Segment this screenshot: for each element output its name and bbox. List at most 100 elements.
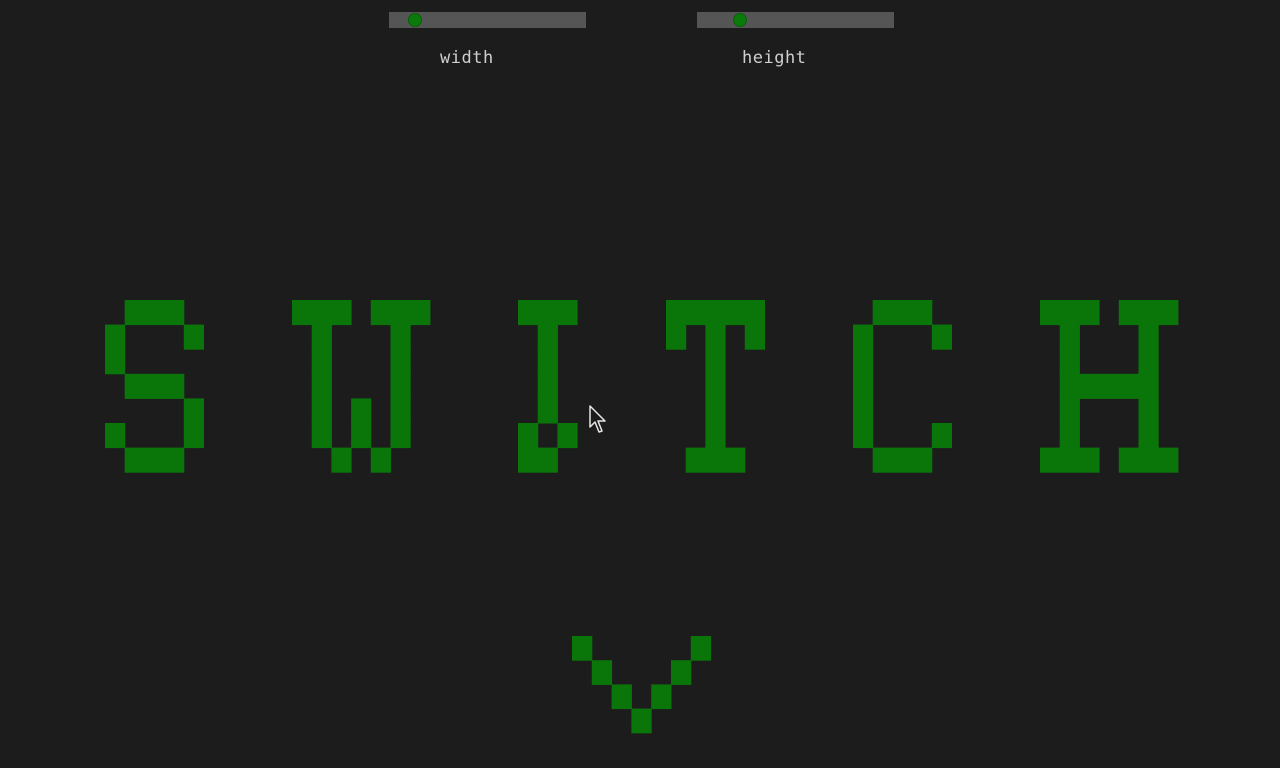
pixel-cell	[1138, 423, 1159, 449]
arrow-pixel	[690, 636, 712, 661]
pixel-cell	[1138, 324, 1159, 350]
pixel-cell	[931, 423, 952, 449]
arrow-pixel	[651, 684, 672, 710]
pixel-cell	[892, 300, 913, 326]
pixel-letter-s	[105, 300, 204, 473]
pixel-cell	[1079, 373, 1100, 399]
pixel-cell	[144, 373, 165, 399]
pixel-cell	[390, 398, 411, 424]
pixel-cell	[725, 447, 746, 473]
pixel-cell	[705, 423, 726, 449]
pixel-cell	[853, 423, 874, 449]
pixel-word-switch	[105, 300, 1179, 473]
pixel-cell	[666, 300, 687, 326]
pixel-cell	[390, 423, 411, 449]
pixel-cell	[331, 447, 352, 473]
pixel-cell	[1099, 373, 1120, 399]
arrow-pixel	[671, 660, 692, 685]
pixel-cell	[557, 300, 578, 326]
arrow-pixel	[591, 660, 613, 685]
pixel-cell	[1059, 423, 1080, 449]
pixel-cell	[1059, 324, 1080, 350]
arrow-pixel	[611, 684, 632, 710]
pixel-cell	[390, 373, 411, 399]
pixel-cell	[853, 349, 874, 375]
pixel-cell	[892, 447, 913, 473]
pixel-cell	[1040, 447, 1061, 473]
pixel-cell	[370, 300, 391, 326]
pixel-cell	[872, 447, 893, 473]
pixel-cell	[912, 447, 933, 473]
pixel-cell	[331, 300, 352, 326]
pixel-cell	[144, 300, 165, 326]
pixel-cell	[1138, 300, 1159, 326]
pixel-word-display[interactable]	[0, 0, 1280, 768]
pixel-cell	[705, 349, 726, 375]
pixel-cell	[537, 349, 558, 375]
pixel-cell	[183, 398, 204, 424]
pixel-cell	[853, 398, 874, 424]
pixel-cell	[183, 423, 204, 449]
pixel-cell	[370, 447, 391, 473]
pixel-letter-i	[518, 300, 578, 473]
pixel-cell	[537, 373, 558, 399]
pixel-cell	[518, 447, 539, 473]
pixel-cell	[1118, 300, 1139, 326]
pixel-cell	[853, 324, 874, 350]
pixel-cell	[705, 300, 726, 326]
pixel-cell	[1158, 300, 1179, 326]
pixel-cell	[311, 349, 332, 375]
pixel-cell	[744, 300, 765, 326]
pixel-cell	[390, 349, 411, 375]
pixel-cell	[164, 300, 185, 326]
pixel-cell	[705, 324, 726, 350]
pixel-cell	[183, 324, 204, 350]
pixel-cell	[144, 447, 165, 473]
pixel-cell	[872, 300, 893, 326]
pixel-cell	[311, 423, 332, 449]
chevron-down-icon[interactable]	[572, 636, 712, 734]
pixel-cell	[105, 423, 126, 449]
mouse-pointer-icon	[589, 405, 606, 433]
pixel-cell	[1158, 447, 1179, 473]
pixel-cell	[1079, 300, 1100, 326]
pixel-cell	[311, 300, 332, 326]
pixel-cell	[705, 373, 726, 399]
pixel-cell	[518, 300, 539, 326]
pixel-cell	[537, 300, 558, 326]
pixel-cell	[311, 398, 332, 424]
pixel-cell	[390, 324, 411, 350]
pixel-cell	[390, 300, 411, 326]
pixel-cell	[1138, 349, 1159, 375]
pixel-cell	[685, 300, 706, 326]
pixel-cell	[124, 300, 145, 326]
pixel-cell	[311, 324, 332, 350]
pixel-cell	[1118, 373, 1139, 399]
pixel-cell	[1138, 398, 1159, 424]
pixel-cell	[1059, 349, 1080, 375]
pixel-letter-w	[292, 300, 431, 473]
pixel-cell	[105, 324, 126, 350]
pixel-cell	[105, 349, 126, 375]
arrow-pixel	[572, 636, 593, 661]
pixel-cell	[1138, 373, 1159, 399]
pixel-cell	[557, 423, 578, 449]
pixel-cell	[537, 398, 558, 424]
pixel-cell	[853, 373, 874, 399]
pixel-letter-t	[666, 300, 765, 473]
pixel-cell	[1059, 398, 1080, 424]
pixel-cell	[705, 398, 726, 424]
pixel-cell	[685, 447, 706, 473]
pixel-cell	[351, 423, 372, 449]
pixel-cell	[725, 300, 746, 326]
pixel-cell	[518, 423, 539, 449]
pixel-cell	[537, 447, 558, 473]
pixel-cell	[1059, 300, 1080, 326]
pixel-cell	[351, 398, 372, 424]
arrow-pixel	[631, 708, 652, 734]
pixel-cell	[124, 447, 145, 473]
pixel-cell	[1059, 447, 1080, 473]
pixel-letter-h	[1040, 300, 1179, 473]
pixel-cell	[410, 300, 431, 326]
pixel-cell	[124, 373, 145, 399]
